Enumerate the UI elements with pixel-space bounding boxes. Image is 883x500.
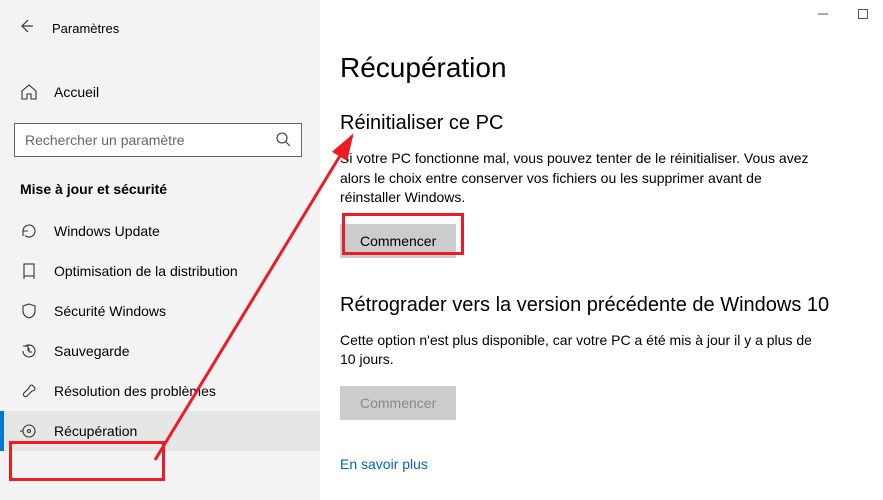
search-icon xyxy=(275,131,291,150)
minimize-icon[interactable] xyxy=(817,8,829,23)
search-input[interactable] xyxy=(25,132,275,148)
update-icon xyxy=(20,222,38,240)
sidebar-item-troubleshoot[interactable]: Résolution des problèmes xyxy=(0,371,320,411)
sidebar: Paramètres Accueil Mise à jour et sécuri… xyxy=(0,0,320,500)
sidebar-header: Paramètres xyxy=(0,10,320,47)
sidebar-item-home[interactable]: Accueil xyxy=(0,73,320,111)
recovery-icon xyxy=(20,422,38,440)
rollback-section: Rétrograder vers la version précédente d… xyxy=(340,294,853,420)
back-icon[interactable] xyxy=(18,18,34,39)
learn-more-link[interactable]: En savoir plus xyxy=(340,456,428,472)
sidebar-item-windows-security[interactable]: Sécurité Windows xyxy=(0,291,320,331)
rollback-title: Rétrograder vers la version précédente d… xyxy=(340,294,853,317)
sidebar-item-label: Accueil xyxy=(54,84,99,100)
reset-pc-section: Réinitialiser ce PC Si votre PC fonction… xyxy=(340,112,853,258)
sidebar-item-label: Résolution des problèmes xyxy=(54,383,216,399)
settings-title: Paramètres xyxy=(52,21,119,36)
page-title: Récupération xyxy=(340,52,853,84)
maximize-icon[interactable] xyxy=(857,8,869,23)
rollback-description: Cette option n'est plus disponible, car … xyxy=(340,331,820,370)
sidebar-item-label: Sauvegarde xyxy=(54,343,130,359)
window-controls xyxy=(817,8,869,23)
sidebar-item-label: Sécurité Windows xyxy=(54,303,166,319)
content-area: Récupération Réinitialiser ce PC Si votr… xyxy=(340,0,883,500)
search-box[interactable] xyxy=(14,123,302,157)
reset-start-button[interactable]: Commencer xyxy=(340,224,456,258)
sidebar-item-delivery-optimization[interactable]: Optimisation de la distribution xyxy=(0,251,320,291)
sidebar-section-heading: Mise à jour et sécurité xyxy=(0,157,320,211)
wrench-icon xyxy=(20,382,38,400)
backup-icon xyxy=(20,342,38,360)
sidebar-item-label: Récupération xyxy=(54,423,137,439)
sidebar-item-windows-update[interactable]: Windows Update xyxy=(0,211,320,251)
sidebar-item-backup[interactable]: Sauvegarde xyxy=(0,331,320,371)
shield-icon xyxy=(20,302,38,320)
rollback-start-button: Commencer xyxy=(340,386,456,420)
reset-description: Si votre PC fonctionne mal, vous pouvez … xyxy=(340,149,820,208)
sidebar-item-recovery[interactable]: Récupération xyxy=(0,411,320,451)
delivery-icon xyxy=(20,262,38,280)
home-icon xyxy=(20,83,38,101)
sidebar-item-label: Optimisation de la distribution xyxy=(54,263,238,279)
reset-title: Réinitialiser ce PC xyxy=(340,112,853,135)
sidebar-item-label: Windows Update xyxy=(54,223,160,239)
